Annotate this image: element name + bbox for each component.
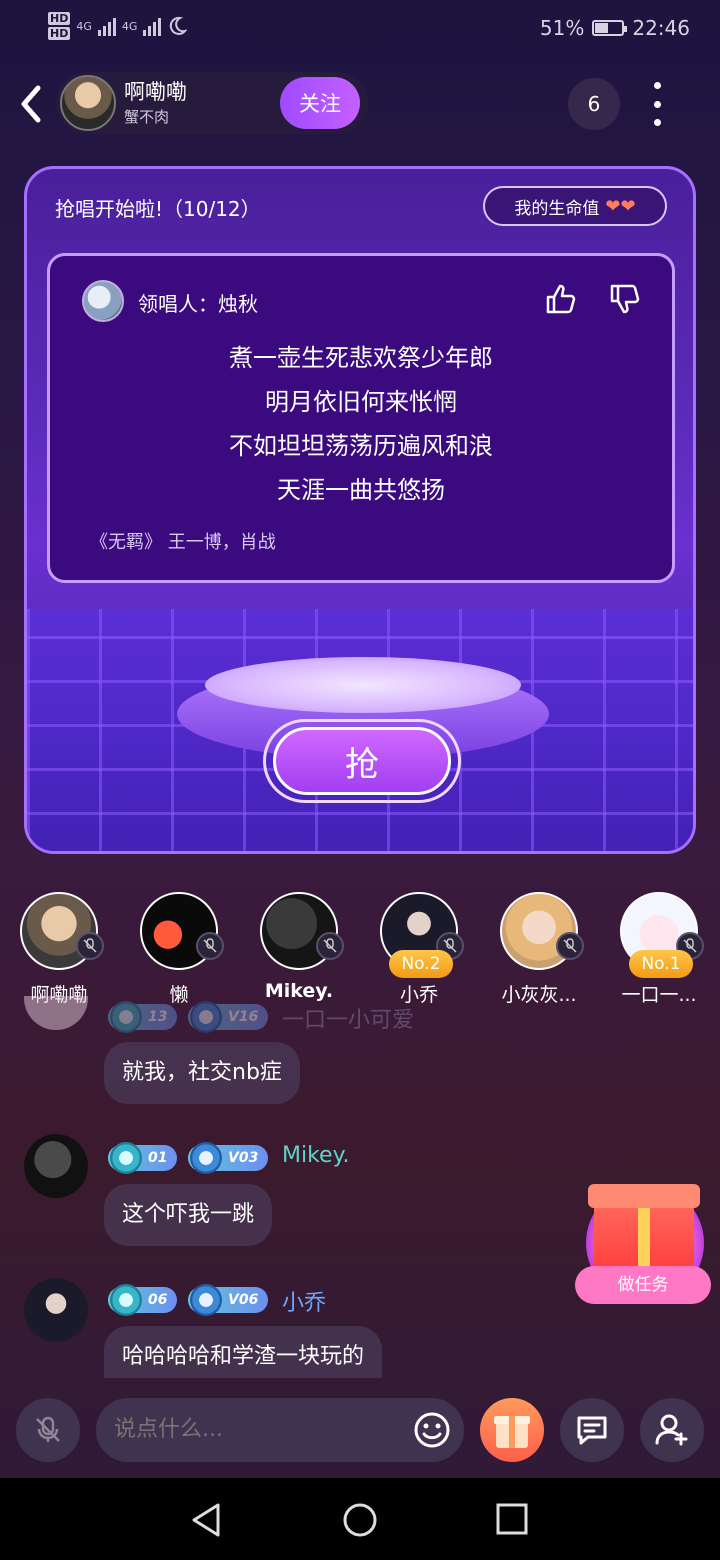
nav-recents-icon[interactable] [496,1503,528,1535]
life-label: 我的生命值 [514,198,600,219]
vip-badge: V03 [188,1142,269,1174]
vip-icon [190,1001,222,1033]
avatar[interactable] [20,892,104,970]
lyric-line: 明月依旧何来怅惘 [265,388,457,416]
participant-name: 一口一... [621,984,697,1006]
mic-muted-icon [556,932,584,960]
pedestal-top [205,657,521,713]
heart-icon: ❤ [620,195,636,217]
level-badge: 06 [108,1284,178,1316]
clock: 22:46 [632,16,690,40]
thumbs-down-icon[interactable] [608,282,642,316]
more-menu-icon[interactable] [648,82,666,126]
message-button[interactable] [560,1398,624,1462]
mic-off-icon [36,1416,60,1442]
vip-icon [190,1142,222,1174]
chat-input[interactable] [96,1398,464,1462]
status-icons: HD HD 4G 4G [48,12,188,40]
chat-bubble: 就我，社交nb症 [104,1042,300,1104]
emoji-icon[interactable] [412,1410,452,1454]
participant[interactable]: 啊嘞嘞 [4,892,114,1007]
avatar[interactable]: No.2 [380,892,464,978]
gem-icon [110,1142,142,1174]
mic-off-button[interactable] [16,1398,80,1462]
heart-icon: ❤ [605,195,621,217]
back-icon[interactable] [18,84,48,124]
participant-name: Mikey. [264,980,334,1002]
chat-username: Mikey. [282,1143,350,1168]
nav-back-icon[interactable] [190,1502,222,1538]
rank-badge: No.1 [629,950,693,978]
lyric-line: 煮一壶生死悲欢祭少年郎 [229,344,493,372]
avatar[interactable] [260,892,344,970]
lyric-line: 天涯一曲共悠扬 [277,476,445,504]
avatar[interactable] [24,1278,88,1342]
network-label-2: 4G [121,19,138,33]
gift-box-icon[interactable] [594,1198,694,1276]
leader-label: 领唱人：烛秋 [138,292,258,316]
task-button[interactable]: 做任务 [575,1266,711,1304]
host-subtitle: 蟹不肉 [124,108,170,126]
status-bar: HD HD 4G 4G 51% 22:46 [0,0,720,60]
add-user-icon [655,1414,688,1446]
gift-button[interactable] [480,1398,544,1462]
host-info[interactable]: 啊嘞嘞 蟹不肉 关注 [56,72,368,134]
chat-bubble: 这个吓我一跳 [104,1184,273,1246]
participant-name: 懒 [169,984,189,1006]
participant[interactable]: No.2 小乔 [364,892,474,1007]
level-badge: 13 [108,1001,178,1033]
battery-icon [592,20,628,36]
stage-title: 抢唱开始啦!（10/12） [55,197,261,221]
message-icon [577,1416,607,1445]
leader-avatar[interactable] [82,280,124,322]
host-name: 啊嘞嘞 [124,80,187,104]
vip-badge: V16 [188,1001,269,1033]
mic-muted-icon [196,932,224,960]
chat-username: 一口一小可爱 [282,1008,415,1033]
chat-bubble: 哈哈哈哈和学渣一块玩的 [104,1326,383,1378]
viewer-count[interactable]: 6 [568,78,620,130]
participant-name: 小灰灰... [501,984,577,1006]
level-badge: 01 [108,1142,178,1174]
nav-home-icon[interactable] [342,1502,378,1538]
lyric-card: 领唱人：烛秋 煮一壶生死悲欢祭少年郎 明月依旧何来怅惘 不如坦坦荡荡历遍风和浪 … [47,253,675,583]
gift-lid [588,1184,700,1208]
hd-label-2: HD [48,27,71,40]
chat-username: 小乔 [282,1291,327,1316]
avatar[interactable]: No.1 [620,892,704,978]
participant[interactable]: 懒 [124,892,234,1007]
battery-percent: 51% [539,16,585,40]
system-nav-bar [0,1478,720,1560]
gem-icon [110,1284,142,1316]
mic-muted-icon [76,932,104,960]
rank-badge: No.2 [389,950,453,978]
moon-icon [170,16,188,35]
mic-muted-icon [316,932,344,960]
gem-icon [110,1001,142,1033]
lyric-line: 不如坦坦荡荡历遍风和浪 [229,432,493,460]
lyrics: 煮一壶生死悲欢祭少年郎 明月依旧何来怅惘 不如坦坦荡荡历遍风和浪 天涯一曲共悠扬 [50,336,672,512]
avatar[interactable] [140,892,224,970]
avatar[interactable] [500,892,584,970]
participant[interactable]: Mikey. [244,892,354,1002]
vip-icon [190,1284,222,1316]
host-avatar[interactable] [60,75,116,131]
song-info: 《无羁》 王一博，肖战 [90,532,276,553]
grab-button[interactable]: 抢 [273,727,451,795]
signal-icon-2 [143,16,162,36]
invite-user-button[interactable] [640,1398,704,1462]
follow-button[interactable]: 关注 [280,77,360,129]
vip-badge: V06 [188,1284,269,1316]
avatar[interactable] [24,996,88,1030]
signal-icon [97,16,116,36]
life-indicator: 我的生命值 ❤ ❤ [483,186,667,226]
network-label-1: 4G [76,19,92,33]
gift-icon [494,1416,530,1448]
avatar[interactable] [24,1134,88,1198]
participant[interactable]: 小灰灰... [484,892,594,1007]
thumbs-up-icon[interactable] [544,282,578,316]
participant[interactable]: No.1 一口一... [604,892,714,1007]
singing-stage: 抢唱开始啦!（10/12） 我的生命值 ❤ ❤ 领唱人：烛秋 煮一壶生死悲欢祭少年… [24,166,696,854]
hd-label-1: HD [48,12,71,25]
